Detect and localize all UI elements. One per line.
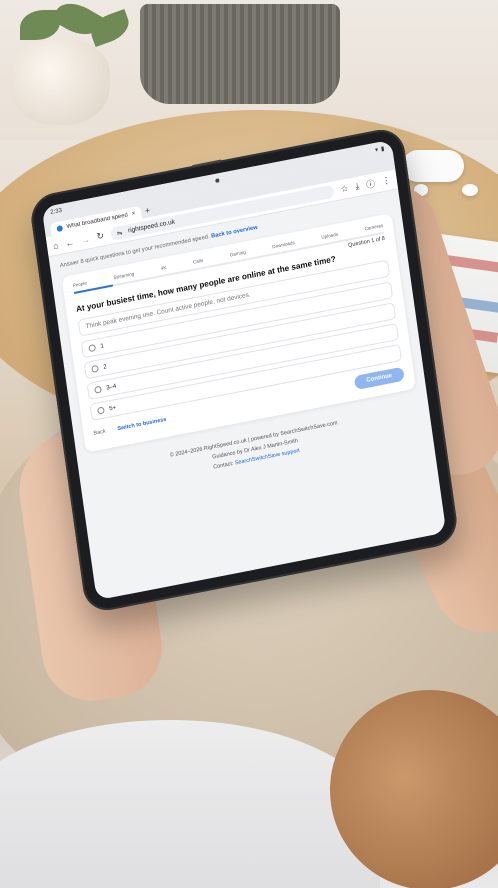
close-tab-icon[interactable]: × <box>131 210 135 217</box>
forward-arrow-icon[interactable]: → <box>80 234 90 246</box>
status-time: 2:33 <box>50 207 63 217</box>
category-step[interactable]: Uploads <box>321 232 338 240</box>
category-step[interactable]: Cameras <box>364 223 383 232</box>
info-icon[interactable]: ⓘ <box>365 177 376 192</box>
reload-icon[interactable]: ↻ <box>96 230 105 242</box>
plant-pot <box>10 40 110 125</box>
tablet-screen: 2:33 ▾ ▮ What broadband speed do y × + ⌂… <box>41 139 447 601</box>
back-arrow-icon[interactable]: ← <box>65 237 75 249</box>
site-info-icon[interactable]: ⇋ <box>116 228 122 237</box>
battery-icon: ▮ <box>380 145 385 153</box>
bookmark-star-icon[interactable]: ☆ <box>340 183 349 195</box>
download-icon[interactable]: ⤓ <box>355 181 360 193</box>
earbud <box>462 184 478 196</box>
category-step[interactable]: People <box>72 280 87 288</box>
earbud-case <box>402 150 464 182</box>
answer-option-label: 5+ <box>108 404 117 412</box>
favicon-icon <box>56 224 64 232</box>
tablet: 2:33 ▾ ▮ What broadband speed do y × + ⌂… <box>28 125 460 615</box>
category-step[interactable]: Calls <box>193 258 204 265</box>
radio-icon[interactable] <box>91 364 100 374</box>
category-step[interactable]: 4K <box>160 265 166 271</box>
wifi-icon: ▾ <box>374 146 379 154</box>
answer-option-label: 1 <box>100 342 105 350</box>
category-step[interactable]: Downloads <box>272 240 295 249</box>
continue-button[interactable]: Continue <box>353 366 405 391</box>
basket <box>140 4 340 104</box>
radio-icon[interactable] <box>94 385 102 394</box>
menu-kebab-icon[interactable]: ⋮ <box>381 175 391 188</box>
category-step[interactable]: Gaming <box>229 250 245 258</box>
url-text: rightspeed.co.uk <box>127 218 176 235</box>
answer-option-label: 2 <box>103 363 108 371</box>
answer-option-label: 3–4 <box>105 383 117 392</box>
new-tab-button[interactable]: + <box>144 204 151 218</box>
radio-icon[interactable] <box>88 343 97 353</box>
footer-contact-label: Contact: <box>212 460 234 471</box>
switch-to-business-link[interactable]: Switch to business <box>117 417 167 432</box>
home-icon[interactable]: ⌂ <box>52 240 59 251</box>
back-to-overview-link[interactable]: Back to overview <box>211 225 258 240</box>
back-button[interactable]: Back <box>93 429 106 437</box>
radio-icon[interactable] <box>97 406 105 415</box>
category-step[interactable]: Streaming <box>113 271 134 280</box>
